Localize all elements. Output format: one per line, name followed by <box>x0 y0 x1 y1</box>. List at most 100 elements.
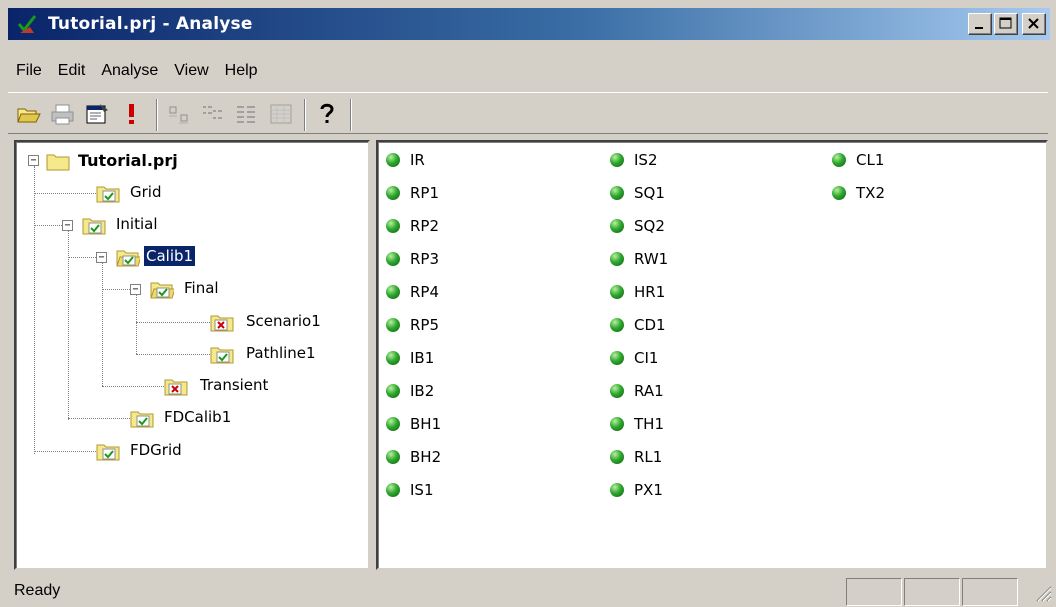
properties-button[interactable] <box>84 101 110 127</box>
tree-node-label: Tutorial.prj <box>78 151 178 170</box>
status-panel <box>904 578 960 606</box>
status-ok-icon <box>610 384 624 398</box>
status-ok-icon <box>610 186 624 200</box>
menu-analyse[interactable]: Analyse <box>93 62 166 80</box>
help-button[interactable] <box>314 101 340 127</box>
analysis-list[interactable]: IR RP1 RP2 RP3 RP4 RP5 IB1 IB2 BH1 BH2 I… <box>376 140 1048 570</box>
resize-grip-icon[interactable] <box>1034 584 1052 602</box>
list-item[interactable]: RP2 <box>386 213 439 239</box>
open-folder-icon <box>17 108 41 123</box>
list-item[interactable]: IS2 <box>610 147 658 173</box>
open-button[interactable] <box>16 101 42 127</box>
folder-check-icon <box>96 444 120 461</box>
list-item[interactable]: RA1 <box>610 378 664 404</box>
list-item[interactable]: SQ1 <box>610 180 665 206</box>
list-item[interactable]: IR <box>386 147 425 173</box>
tree-node-fdcalib1[interactable]: FDCalib1 <box>16 405 356 431</box>
list-item-label: RW1 <box>634 250 669 268</box>
list-item[interactable]: HR1 <box>610 279 665 305</box>
menu-edit[interactable]: Edit <box>50 62 94 80</box>
tree-node-grid[interactable]: Grid <box>16 180 356 206</box>
large-icons-button[interactable] <box>166 101 192 127</box>
minimize-button[interactable] <box>968 13 992 35</box>
status-ok-icon <box>610 417 624 431</box>
list-item-label: IR <box>410 151 425 169</box>
list-item[interactable]: IB1 <box>386 345 434 371</box>
tree-node-scenario1[interactable]: Scenario1 <box>16 309 356 335</box>
list-item[interactable]: TX2 <box>832 180 885 206</box>
status-ok-icon <box>610 483 624 497</box>
details-view-button[interactable] <box>268 101 294 127</box>
list-item-label: RP2 <box>410 217 440 235</box>
run-exclamation-icon <box>129 104 134 124</box>
list-item-label: IB2 <box>410 382 435 400</box>
list-item[interactable]: RP3 <box>386 246 439 272</box>
list-item[interactable]: IB2 <box>386 378 434 404</box>
small-icons-button[interactable] <box>200 101 226 127</box>
list-item[interactable]: RP5 <box>386 312 439 338</box>
status-ok-icon <box>386 153 400 167</box>
app-check-icon <box>16 13 38 35</box>
list-item[interactable]: SQ2 <box>610 213 665 239</box>
list-item[interactable]: BH2 <box>386 444 441 470</box>
list-item-label: BH2 <box>410 448 442 466</box>
list-item[interactable]: BH1 <box>386 411 441 437</box>
status-ok-icon <box>610 351 624 365</box>
list-item[interactable]: RL1 <box>610 444 662 470</box>
status-panel <box>846 578 902 606</box>
menu-view[interactable]: View <box>166 62 216 80</box>
menu-file[interactable]: File <box>8 62 50 80</box>
list-item[interactable]: CI1 <box>610 345 658 371</box>
list-view-icon <box>237 106 255 123</box>
status-bar: Ready <box>0 574 1056 607</box>
list-item[interactable]: PX1 <box>610 477 663 503</box>
list-item[interactable]: RP1 <box>386 180 439 206</box>
list-item[interactable]: CL1 <box>832 147 884 173</box>
list-item-label: IS1 <box>410 481 434 499</box>
maximize-icon <box>999 17 1012 29</box>
tree-node-initial[interactable]: Initial <box>16 212 356 238</box>
folder-error-icon <box>210 315 234 332</box>
print-button[interactable] <box>50 101 76 127</box>
list-item[interactable]: TH1 <box>610 411 664 437</box>
status-ok-icon <box>386 285 400 299</box>
menu-help[interactable]: Help <box>217 62 266 80</box>
project-tree[interactable]: − − − − Tutorial.prj Grid Initial Calib1… <box>14 140 370 570</box>
list-view-button[interactable] <box>234 101 260 127</box>
close-icon <box>1028 18 1039 29</box>
run-button[interactable] <box>118 101 144 127</box>
list-item[interactable]: RW1 <box>610 246 668 272</box>
tree-node-pathline1[interactable]: Pathline1 <box>16 341 356 367</box>
title-bar[interactable]: Tutorial.prj - Analyse <box>8 8 1050 40</box>
toolbar <box>8 92 1048 134</box>
list-item-label: TH1 <box>634 415 664 433</box>
folder-open-check-icon <box>150 282 174 299</box>
folder-error-icon <box>164 379 188 396</box>
status-ok-icon <box>386 450 400 464</box>
list-item-label: RP4 <box>410 283 440 301</box>
tree-node-label: Grid <box>130 183 162 201</box>
status-ok-icon <box>610 285 624 299</box>
large-icons-view-icon <box>169 106 188 124</box>
status-ok-icon <box>610 450 624 464</box>
tree-node-fdgrid[interactable]: FDGrid <box>16 438 356 464</box>
tree-node-final[interactable]: Final <box>16 276 356 302</box>
menu-bar: File Edit Analyse View Help <box>8 58 266 84</box>
properties-icon <box>86 104 108 124</box>
status-panel <box>962 578 1018 606</box>
list-item[interactable]: RP4 <box>386 279 439 305</box>
status-ok-icon <box>386 483 400 497</box>
status-ok-icon <box>610 252 624 266</box>
status-ok-icon <box>386 219 400 233</box>
status-ok-icon <box>386 186 400 200</box>
tree-node-calib1[interactable]: Calib1 <box>16 244 356 270</box>
window-title: Tutorial.prj - Analyse <box>48 14 253 34</box>
maximize-button[interactable] <box>994 13 1018 35</box>
tree-node-tutorial[interactable]: Tutorial.prj <box>16 148 356 174</box>
list-item-label: HR1 <box>634 283 666 301</box>
list-item[interactable]: IS1 <box>386 477 434 503</box>
tree-node-transient[interactable]: Transient <box>16 373 356 399</box>
folder-check-icon <box>130 411 154 428</box>
close-button[interactable] <box>1022 13 1046 35</box>
list-item[interactable]: CD1 <box>610 312 666 338</box>
